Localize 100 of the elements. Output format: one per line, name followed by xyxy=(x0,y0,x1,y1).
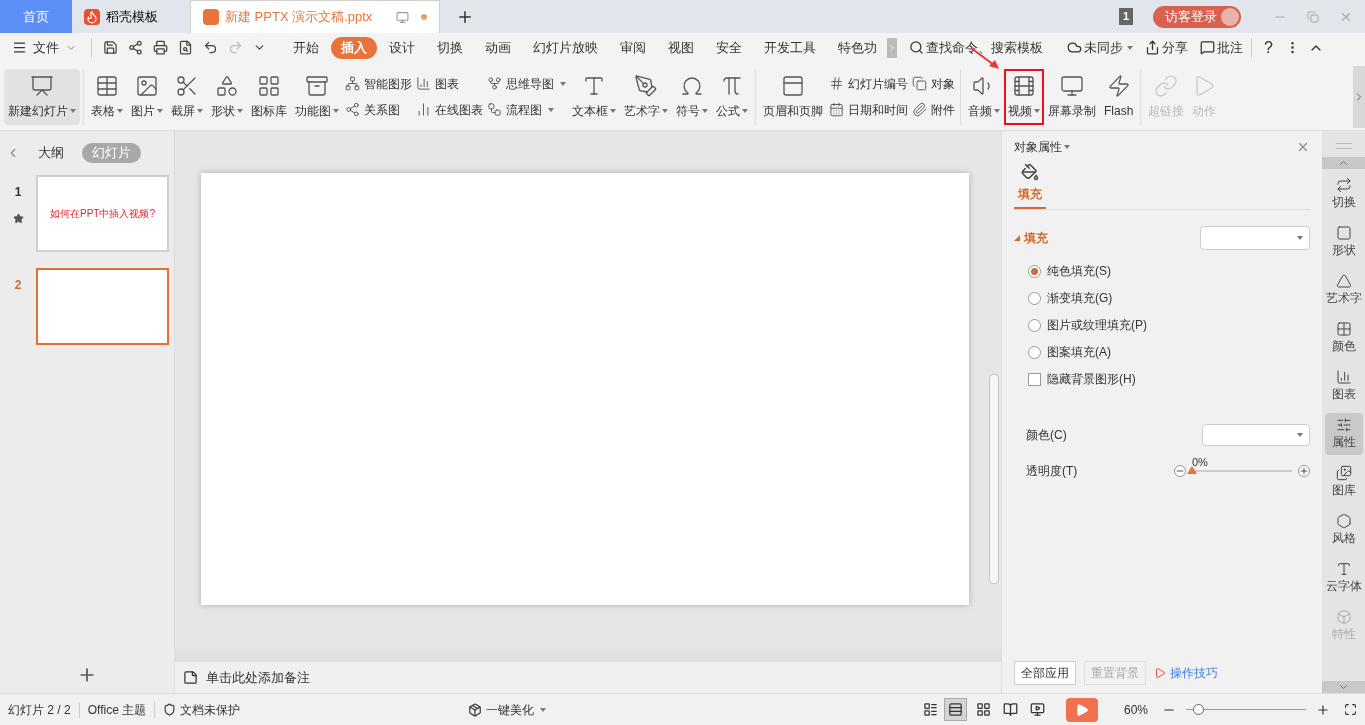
hash-icon xyxy=(829,76,844,91)
zoom-level[interactable]: 60% xyxy=(1123,700,1148,719)
fill-radio[interactable]: 纯色填充(S) xyxy=(1028,262,1310,280)
login-button[interactable]: 访客登录 xyxy=(1153,5,1241,28)
monitor-icon[interactable] xyxy=(396,10,409,24)
ribbon-button[interactable]: 视频 xyxy=(1004,68,1044,125)
paperclip-icon xyxy=(912,102,927,117)
zoom-in-icon[interactable] xyxy=(1316,702,1330,717)
ribbon-button[interactable]: 艺术字 xyxy=(620,68,672,125)
ribbon-tab[interactable]: 幻灯片放映 xyxy=(523,36,608,59)
printer-icon[interactable] xyxy=(153,40,168,55)
notes-field[interactable]: 单击此处添加备注 xyxy=(183,667,310,688)
ribbon-button[interactable]: 附件 xyxy=(912,100,955,119)
ribbon-button[interactable]: 对象 xyxy=(912,74,955,93)
sidebar-button[interactable]: 图表 xyxy=(1324,365,1363,407)
plus-icon[interactable] xyxy=(1298,465,1310,477)
ribbon-tab[interactable]: 开发工具 xyxy=(754,36,826,59)
scrollbar-thumb[interactable] xyxy=(989,374,999,584)
beautify-button[interactable]: 一键美化 xyxy=(468,700,547,719)
calendar-icon xyxy=(829,102,844,117)
toolbar-action[interactable]: 未同步 xyxy=(1067,37,1133,58)
preview-icon[interactable] xyxy=(178,40,193,55)
grid-icon xyxy=(1335,321,1352,337)
ribbon-button[interactable]: 新建幻灯片 xyxy=(4,68,80,125)
sidebar-button[interactable]: 风格 xyxy=(1324,509,1363,551)
sidebar-button[interactable]: 图库 xyxy=(1324,461,1363,503)
ribbon-button[interactable]: 图片 xyxy=(127,68,167,125)
slider-thumb[interactable] xyxy=(1187,466,1197,474)
undo-icon[interactable] xyxy=(203,40,218,55)
ribbon-tab[interactable]: 审阅 xyxy=(610,36,656,59)
copy-icon xyxy=(912,76,927,91)
view-tab[interactable]: 大纲 xyxy=(28,143,74,163)
ribbon-button[interactable]: 在线图表 xyxy=(416,100,483,119)
toolbar-action[interactable]: 批注 xyxy=(1200,37,1243,58)
file-menu[interactable]: 文件 xyxy=(12,37,85,58)
ribbon-button[interactable]: Flash xyxy=(1100,68,1138,125)
fill-radio[interactable]: 图片或纹理填充(P) xyxy=(1028,316,1310,334)
ribbon-button[interactable]: 截屏 xyxy=(167,68,207,125)
ribbon-tab[interactable]: 设计 xyxy=(379,36,425,59)
redo-icon[interactable] xyxy=(228,40,243,55)
ribbon-button[interactable]: 屏幕录制 xyxy=(1044,68,1100,125)
panel-title[interactable]: 对象属性 xyxy=(1014,138,1070,156)
sidebar-button[interactable]: 云字体 xyxy=(1324,557,1363,599)
cloud-icon xyxy=(1067,40,1082,55)
ribbon-button[interactable]: 文本框 xyxy=(568,68,620,125)
toolbar-action[interactable]: 分享 xyxy=(1145,37,1188,58)
chart-icon xyxy=(1335,369,1352,385)
color-dropdown[interactable] xyxy=(1202,424,1310,446)
save-icon[interactable] xyxy=(103,40,118,55)
ribbon-button[interactable]: 公式 xyxy=(712,68,752,125)
notes-icon[interactable] xyxy=(922,702,938,717)
ribbon-button[interactable]: 形状 xyxy=(207,68,247,125)
presentation-file-icon xyxy=(203,9,219,25)
protection-status[interactable]: 文档未保护 xyxy=(155,700,249,719)
window-count-badge[interactable]: 1 xyxy=(1118,8,1133,25)
caret-icon xyxy=(540,707,547,712)
sidebar-button[interactable]: 切换 xyxy=(1324,173,1363,215)
slide-thumbnail[interactable] xyxy=(36,268,169,345)
ribbon-button[interactable]: 思维导图 xyxy=(487,74,566,93)
view-button[interactable] xyxy=(943,698,967,721)
panel-button[interactable]: 全部应用 xyxy=(1014,661,1076,685)
minus-icon[interactable] xyxy=(1174,465,1186,477)
sidebar-button[interactable]: 属性 xyxy=(1324,413,1363,455)
fill-radio[interactable]: 渐变填充(G) xyxy=(1028,289,1310,307)
ribbon-tab[interactable]: 动画 xyxy=(475,36,521,59)
ribbon-button[interactable]: 图标库 xyxy=(247,68,291,125)
help-button[interactable]: ? xyxy=(1260,35,1277,60)
play-button[interactable] xyxy=(1065,697,1098,722)
ribbon-tab[interactable]: 特色功 xyxy=(828,36,887,59)
field-label: 颜色(C) xyxy=(1026,427,1067,444)
ribbon-button[interactable]: 智能图形 xyxy=(345,74,412,93)
fill-dropdown[interactable] xyxy=(1200,226,1310,250)
ribbon-button[interactable]: 幻灯片编号 xyxy=(829,74,908,93)
zoom-thumb[interactable] xyxy=(1193,704,1204,715)
ribbon-button[interactable]: 音频 xyxy=(964,68,1004,125)
ribbon-button[interactable]: 关系图 xyxy=(345,100,412,119)
hide-background-checkbox[interactable]: 隐藏背景图形(H) xyxy=(1028,370,1310,388)
cube-icon xyxy=(468,702,483,717)
ribbon-button[interactable]: 符号 xyxy=(672,68,712,125)
grid-view-icon xyxy=(975,702,991,717)
ribbon-button[interactable]: 表格 xyxy=(87,68,127,125)
fill-radio[interactable]: 图案填充(A) xyxy=(1028,343,1310,361)
ribbon-tab[interactable]: 视图 xyxy=(658,36,704,59)
ribbon-button[interactable]: 图表 xyxy=(416,74,483,93)
sidebar-button[interactable]: 艺术字 xyxy=(1324,269,1363,311)
fit-icon[interactable] xyxy=(1344,703,1357,716)
ribbon-button[interactable]: 页眉和页脚 xyxy=(759,68,827,125)
slide-thumbnail[interactable]: 如何在PPT中插入视频? xyxy=(36,175,169,252)
ribbon-button[interactable]: 功能图 xyxy=(291,68,343,125)
share-icon[interactable] xyxy=(128,40,143,55)
ribbon-button[interactable]: 流程图 xyxy=(487,100,566,119)
ribbon-button[interactable]: 日期和时间 xyxy=(829,100,908,119)
ribbon-tab[interactable]: 开始 xyxy=(283,36,329,59)
tips-link[interactable]: 操作技巧 xyxy=(1154,664,1218,682)
close-icon[interactable] xyxy=(1296,140,1310,154)
scroll-right-icon[interactable] xyxy=(887,37,897,58)
sidebar-button[interactable]: 形状 xyxy=(1324,221,1363,263)
ribbon-tab[interactable]: 切换 xyxy=(427,36,473,59)
sidebar-button[interactable]: 颜色 xyxy=(1324,317,1363,359)
ribbon-tab[interactable]: 安全 xyxy=(706,36,752,59)
